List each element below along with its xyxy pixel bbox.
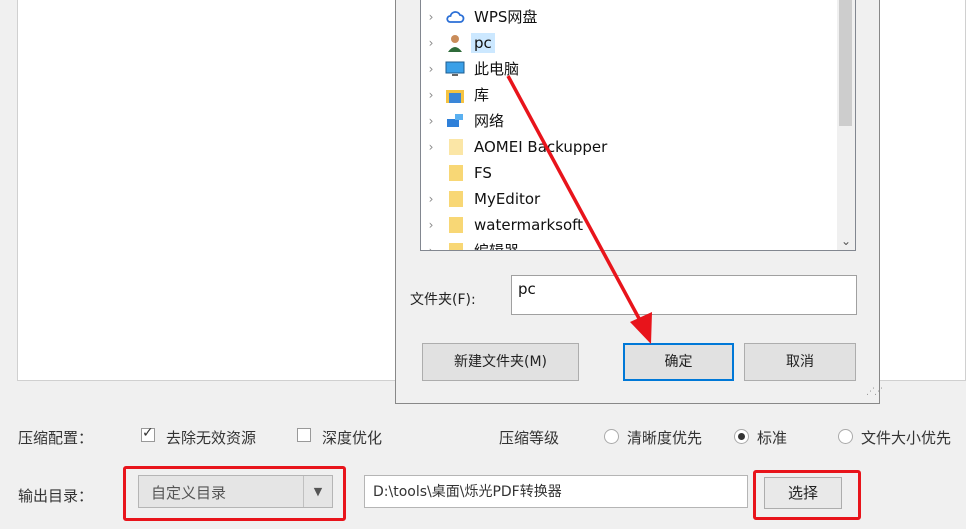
annotation-arrow-icon — [506, 75, 652, 344]
